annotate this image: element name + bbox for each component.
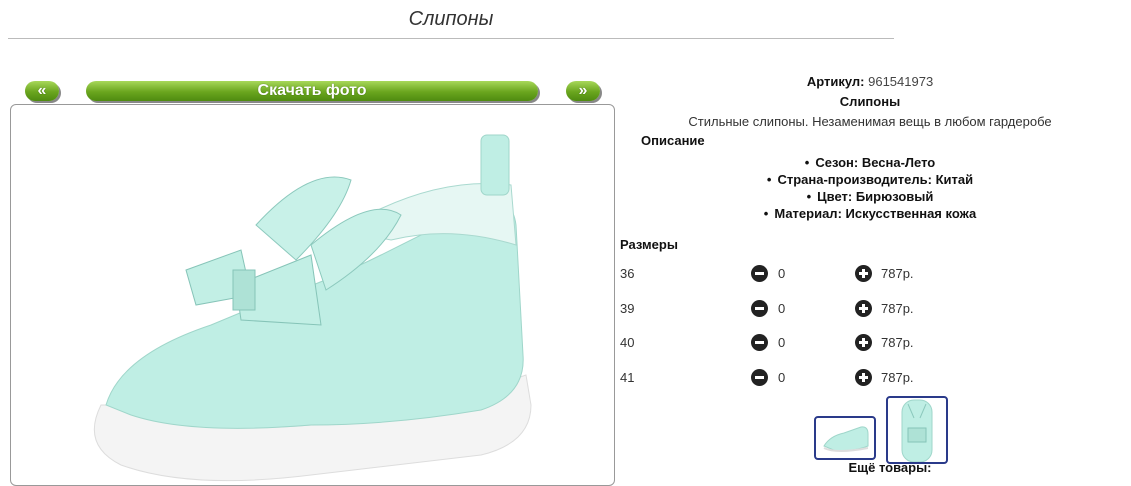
increase-qty-icon[interactable] [855, 334, 872, 351]
size-row: 36 0 787р. [620, 265, 1120, 286]
thumbnail-top-view [901, 399, 933, 462]
title-divider [8, 38, 894, 39]
qty-value: 0 [778, 335, 786, 350]
property-country: Страна-производитель: Китай [620, 171, 1120, 188]
decrease-qty-icon[interactable] [751, 265, 768, 282]
sizes-heading: Размеры [620, 237, 678, 252]
size-row: 39 0 787р. [620, 300, 1120, 321]
increase-qty-icon[interactable] [855, 369, 872, 386]
increase-qty-icon[interactable] [855, 300, 872, 317]
price-value: 787р. [881, 266, 914, 281]
qty-value: 0 [778, 301, 786, 316]
article-line: Артикул: 961541973 [620, 74, 1120, 89]
size-row: 41 0 787р. [620, 369, 1120, 390]
property-color: Цвет: Бирюзовый [620, 188, 1120, 205]
decrease-qty-icon[interactable] [751, 369, 768, 386]
shoe-image [93, 134, 532, 482]
photo-thumbnail[interactable] [814, 416, 876, 460]
decrease-qty-icon[interactable] [751, 334, 768, 351]
photo-thumbnail[interactable] [886, 396, 948, 464]
size-value: 41 [620, 370, 635, 385]
size-row: 40 0 787р. [620, 334, 1120, 355]
page-title: Слипоны [408, 8, 494, 30]
qty-value: 0 [778, 266, 786, 281]
increase-qty-icon[interactable] [855, 265, 872, 282]
prev-photo-button[interactable]: « [25, 81, 59, 101]
price-value: 787р. [881, 301, 914, 316]
next-photo-button[interactable]: » [566, 81, 600, 101]
article-value: 961541973 [868, 74, 934, 89]
price-value: 787р. [881, 335, 914, 350]
more-products-label: Ещё товары: [848, 460, 932, 475]
product-name: Слипоны [839, 94, 901, 109]
thumbnail-side-view [823, 426, 869, 452]
property-material: Материал: Искусственная кожа [620, 205, 1120, 222]
product-short-description: Стильные слипоны. Незаменимая вещь в люб… [688, 114, 1052, 129]
qty-value: 0 [778, 370, 786, 385]
properties-list: Сезон: Весна-Лето Страна-производитель: … [620, 154, 1120, 222]
article-label: Артикул: [806, 74, 865, 89]
product-photo [10, 104, 615, 486]
size-value: 39 [620, 301, 635, 316]
description-heading: Описание [641, 133, 705, 148]
decrease-qty-icon[interactable] [751, 300, 768, 317]
download-photo-button[interactable]: Скачать фото [86, 81, 538, 101]
size-value: 36 [620, 266, 635, 281]
price-value: 787р. [881, 370, 914, 385]
property-season: Сезон: Весна-Лето [620, 154, 1120, 171]
size-value: 40 [620, 335, 635, 350]
